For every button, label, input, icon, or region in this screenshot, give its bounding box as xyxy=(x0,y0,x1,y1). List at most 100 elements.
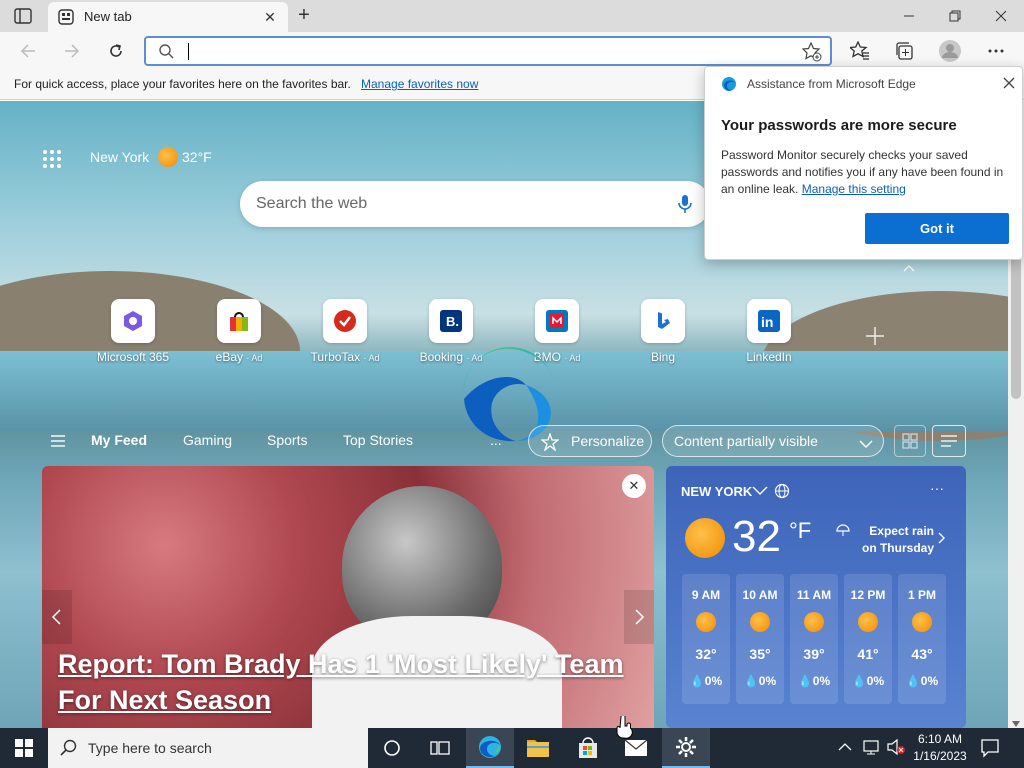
new-tab-page-icon xyxy=(58,9,74,25)
raindrop-icon: 💧 xyxy=(851,674,867,688)
list-layout-icon[interactable] xyxy=(932,425,966,457)
add-favorite-icon[interactable] xyxy=(801,41,822,65)
microsoft-store-icon[interactable] xyxy=(564,728,612,768)
quick-link-bing[interactable]: Bing xyxy=(618,299,708,364)
restore-button[interactable] xyxy=(932,0,978,32)
address-bar[interactable] xyxy=(144,36,832,66)
taskbar-search-box[interactable]: Type here to search xyxy=(48,728,368,768)
sunny-large-icon xyxy=(685,518,725,558)
content-visibility-dropdown[interactable]: Content partially visible xyxy=(662,425,884,457)
quick-link-label: eBay xyxy=(215,350,243,364)
partly-sunny-icon xyxy=(750,612,770,632)
previous-story-icon[interactable] xyxy=(42,590,72,644)
dismiss-news-icon[interactable]: ✕ xyxy=(622,474,646,498)
hourly-forecast[interactable]: 11 AM 39° 💧0% xyxy=(790,574,838,704)
taskbar-search-placeholder: Type here to search xyxy=(88,740,212,756)
sunny-icon xyxy=(804,612,824,632)
weather-card-temp: 32 xyxy=(732,512,781,561)
edge-taskbar-icon[interactable] xyxy=(466,728,514,768)
got-it-button[interactable]: Got it xyxy=(865,213,1009,244)
tab-sports[interactable]: Sports xyxy=(267,432,307,448)
settings-gear-icon[interactable] xyxy=(662,728,710,768)
feed-navigation: My Feed Gaming Sports Top Stories ... Pe… xyxy=(0,423,1008,459)
collapse-chevron-icon[interactable] xyxy=(902,261,916,272)
favorites-icon[interactable] xyxy=(846,37,874,65)
add-quick-link-icon[interactable] xyxy=(864,325,886,347)
chevron-down-icon xyxy=(859,437,873,452)
hourly-forecast[interactable]: 9 AM 32° 💧0% xyxy=(682,574,730,704)
file-explorer-icon[interactable] xyxy=(514,728,562,768)
cortana-icon[interactable] xyxy=(368,728,416,768)
new-tab-button[interactable]: + xyxy=(294,5,314,26)
tab-new-tab[interactable]: New tab ✕ xyxy=(48,2,288,32)
forecast-chevron-icon[interactable] xyxy=(938,532,946,547)
hourly-forecast[interactable]: 12 PM 41° 💧0% xyxy=(844,574,892,704)
raindrop-icon: 💧 xyxy=(797,674,813,688)
raindrop-icon: 💧 xyxy=(743,674,759,688)
close-popup-icon[interactable] xyxy=(1001,75,1017,91)
weather-temperature[interactable]: 32°F xyxy=(182,149,212,165)
manage-favorites-link[interactable]: Manage favorites now xyxy=(361,77,478,91)
profile-avatar[interactable] xyxy=(936,37,964,65)
tab-gaming[interactable]: Gaming xyxy=(183,432,232,448)
bing-icon xyxy=(641,299,685,343)
location-chevron-icon[interactable] xyxy=(752,485,768,500)
forward-icon[interactable] xyxy=(58,37,86,65)
weather-more-options-icon[interactable]: ··· xyxy=(930,480,944,496)
volume-muted-icon[interactable] xyxy=(886,738,906,759)
tab-actions-icon[interactable] xyxy=(14,8,32,24)
feed-menu-icon[interactable] xyxy=(50,434,66,451)
svg-text:B.: B. xyxy=(446,314,459,329)
quick-link-ebay[interactable]: eBay · Ad xyxy=(194,299,284,364)
tab-title: New tab xyxy=(84,9,132,24)
refresh-icon[interactable] xyxy=(102,37,130,65)
personalize-button[interactable]: Personalize xyxy=(528,425,652,457)
search-icon xyxy=(158,43,174,62)
web-search-box[interactable]: Search the web xyxy=(240,181,710,227)
personalize-label: Personalize xyxy=(571,433,645,449)
search-icon xyxy=(60,739,78,760)
quick-link-label: Bing xyxy=(650,350,676,364)
weather-location[interactable]: New York xyxy=(90,149,149,165)
more-options-icon[interactable] xyxy=(982,37,1010,65)
raindrop-icon: 💧 xyxy=(905,674,921,688)
hourly-forecast[interactable]: 1 PM 43° 💧0% xyxy=(898,574,946,704)
microphone-icon[interactable] xyxy=(678,194,692,217)
grid-layout-icon[interactable] xyxy=(894,425,926,457)
close-window-button[interactable] xyxy=(978,0,1024,32)
news-card[interactable]: ✕ Report: Tom Brady Has 1 'Most Likely' … xyxy=(42,466,654,728)
weather-card-location: NEW YORK xyxy=(681,484,753,499)
quick-link-label: LinkedIn xyxy=(746,350,792,364)
hourly-forecast[interactable]: 10 AM 35° 💧0% xyxy=(736,574,784,704)
weather-card-unit: °F xyxy=(789,518,812,543)
next-story-icon[interactable] xyxy=(624,590,654,644)
network-icon[interactable] xyxy=(862,738,880,759)
close-tab-icon[interactable]: ✕ xyxy=(260,7,280,27)
tab-top-stories[interactable]: Top Stories xyxy=(343,432,413,448)
clock-time: 6:10 AM xyxy=(917,732,963,746)
quick-link-linkedin[interactable]: in LinkedIn xyxy=(724,299,814,364)
favorites-bar-hint: For quick access, place your favorites h… xyxy=(14,77,351,91)
windows-start-icon[interactable] xyxy=(0,728,48,768)
show-hidden-icons-chevron[interactable] xyxy=(838,740,852,755)
notifications-icon[interactable] xyxy=(980,738,1000,761)
apps-launcher-icon[interactable] xyxy=(42,149,62,169)
linkedin-icon: in xyxy=(747,299,791,343)
manage-setting-link[interactable]: Manage this setting xyxy=(802,182,906,196)
collections-icon[interactable] xyxy=(890,37,918,65)
system-clock[interactable]: 6:10 AM 1/16/2023 xyxy=(912,731,968,765)
back-icon[interactable] xyxy=(14,37,42,65)
task-view-icon[interactable] xyxy=(416,728,464,768)
news-headline[interactable]: Report: Tom Brady Has 1 'Most Likely' Te… xyxy=(58,646,638,718)
quick-link-microsoft-365[interactable]: Microsoft 365 xyxy=(88,299,178,364)
search-placeholder: Search the web xyxy=(256,195,368,212)
minimize-button[interactable] xyxy=(886,0,932,32)
popup-body: Password Monitor securely checks your sa… xyxy=(721,148,1004,196)
quick-link-turbotax[interactable]: TurboTax · Ad xyxy=(300,299,390,364)
popup-header: Assistance from Microsoft Edge xyxy=(747,77,916,91)
tab-my-feed[interactable]: My Feed xyxy=(91,432,147,448)
more-tabs-button[interactable]: ... xyxy=(490,432,502,448)
weather-card[interactable]: NEW YORK ··· 32 °F Expect rain on Thursd… xyxy=(666,466,966,728)
globe-icon[interactable] xyxy=(774,483,790,502)
navigation-toolbar xyxy=(0,32,1024,70)
